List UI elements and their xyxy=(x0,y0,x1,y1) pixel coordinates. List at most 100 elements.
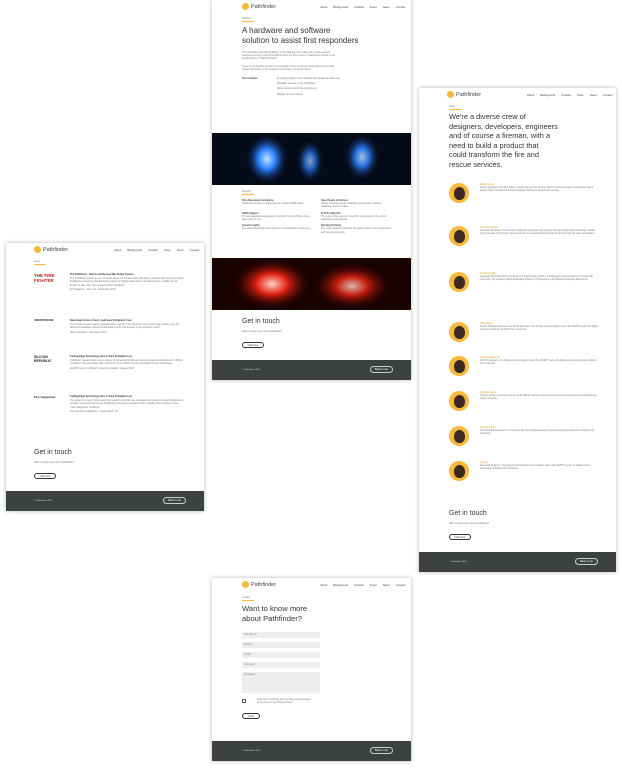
footer-copyright: © Pathfinder 2018 xyxy=(34,500,52,502)
full-name-field[interactable]: Full Name* xyxy=(242,632,320,638)
nav-team[interactable]: Team xyxy=(370,5,377,9)
nav-outside[interactable]: Outside xyxy=(148,248,158,252)
section-label: Contact xyxy=(242,596,251,599)
benefit-item: Save People in Distress Allows accurately… xyxy=(321,199,392,209)
logo-text: Pathfinder xyxy=(251,3,277,10)
nav-contact[interactable]: Contact xyxy=(603,93,613,97)
benefit-text: Get instant feedback of the makeup of a … xyxy=(242,227,311,231)
section-label: Solution xyxy=(242,17,251,20)
nav-outside[interactable]: Outside xyxy=(561,93,571,97)
footer: © Pathfinder 2018 Back to top xyxy=(212,741,411,761)
back-to-top-button[interactable]: Back to top xyxy=(163,497,186,504)
face-icon xyxy=(453,359,465,373)
member-bio: Associate Professor School of Electronic… xyxy=(480,275,594,282)
nav-news[interactable]: News xyxy=(177,248,184,252)
team-page: Pathfinder About Background Outside Team… xyxy=(419,88,616,572)
nav-team[interactable]: Team xyxy=(164,248,171,252)
nav-background[interactable]: Background xyxy=(127,248,142,252)
nav-news[interactable]: News xyxy=(383,5,390,9)
face-icon xyxy=(453,394,465,408)
team-member: Sally Walsh Senior Software Engineer and… xyxy=(449,322,599,352)
cta-button[interactable]: Click here xyxy=(242,342,264,349)
nav-about[interactable]: About xyxy=(527,93,534,97)
nav-about[interactable]: About xyxy=(320,583,327,587)
team-title-line: designers, developers, engineers xyxy=(449,121,558,131)
benefit-item: Working Perfectly The mesh network create… xyxy=(321,224,392,234)
member-bio: Product Design Lead and Lecturer at the … xyxy=(480,394,598,401)
contact-form: Full Name* Phone* Email* Company Message… xyxy=(242,632,320,722)
consent-checkbox[interactable] xyxy=(242,699,246,703)
includes-list: Providing location of the firefighter fo… xyxy=(277,77,340,96)
benefit-item: First-Responder Assistance Pathfinder spe… xyxy=(242,199,313,209)
news-title: The Pathfinder - Search and Rescue Way F… xyxy=(70,273,134,276)
label-underline xyxy=(242,194,254,195)
logo-text: Pathfinder xyxy=(456,91,482,98)
news-title: Cutting-Edge Technology aims to Save Fir… xyxy=(70,395,133,398)
news-item[interactable]: THE FIRE FIGHTER The Pathfinder - Search… xyxy=(34,273,184,317)
nav-news[interactable]: News xyxy=(383,583,390,587)
news-title: New Adapt Centre of tech could save fire… xyxy=(70,319,132,322)
team-member: Ian Kirk Research Engineer / Developer i… xyxy=(449,461,599,491)
face-icon xyxy=(453,429,465,443)
logo[interactable]: Pathfinder xyxy=(34,246,68,253)
message-field[interactable]: Message* xyxy=(242,672,320,693)
back-to-top-button[interactable]: Back to top xyxy=(370,366,393,373)
cta-heading: Get in touch xyxy=(449,510,487,517)
benefit-text: The guide forms a guide to lead first re… xyxy=(321,214,387,222)
nav-about[interactable]: About xyxy=(320,5,327,9)
news-text: The Smoke Fi team tragedy highlighted th… xyxy=(70,323,180,330)
team-member: Dr Brian Mullan Associate Professor Scho… xyxy=(449,272,599,302)
nav-contact[interactable]: Contact xyxy=(190,248,200,252)
cta-button[interactable]: Click here xyxy=(34,473,56,480)
team-member: Georgie Dalebroke (DCU) Designer in the … xyxy=(449,356,599,386)
back-to-top-button[interactable]: Back to top xyxy=(575,558,598,565)
logo-mark-icon xyxy=(447,91,454,98)
nav-background[interactable]: Background xyxy=(333,583,348,587)
news-meta: ADAPT Centre for Digital Content Technol… xyxy=(70,366,134,370)
phone-field[interactable]: Phone* xyxy=(242,642,320,648)
logo[interactable]: Pathfinder xyxy=(242,581,276,588)
avatar xyxy=(449,226,469,246)
benefit-item: Instant Insights Get instant feedback of … xyxy=(242,224,313,234)
team-member: Ashleigh Guest Product Design Lead and L… xyxy=(449,391,599,421)
benefit-text: Provide situational awareness to the Ent… xyxy=(242,214,310,222)
team-title: We're a diverse crew of designers, devel… xyxy=(449,112,599,169)
nav-contact[interactable]: Contact xyxy=(396,583,406,587)
section-label: Team xyxy=(449,105,455,108)
includes-item: Backup communications xyxy=(277,92,303,96)
logo[interactable]: Pathfinder xyxy=(242,3,276,10)
back-to-top-button[interactable]: Back to top xyxy=(370,747,393,754)
nav-background[interactable]: Background xyxy=(333,5,348,9)
send-button[interactable]: Send xyxy=(242,713,260,720)
news-item[interactable]: SIRENTRIBUNE New Adapt Centre of tech co… xyxy=(34,319,184,353)
top-nav: Pathfinder About Background Outside Team… xyxy=(6,243,204,257)
nav-outside[interactable]: Outside xyxy=(354,583,364,587)
solution-page: Pathfinder About Background Outside Team… xyxy=(212,0,411,380)
nav-about[interactable]: About xyxy=(114,248,121,252)
footer: © Pathfinder 2018 Back to top xyxy=(419,552,616,572)
email-field[interactable]: Email* xyxy=(242,652,320,658)
news-item[interactable]: SILICON REPUBLIC Cutting-Edge Technology… xyxy=(34,355,184,393)
benefits-grid: First-Responder Assistance Pathfinder spe… xyxy=(242,199,392,234)
logo[interactable]: Pathfinder xyxy=(447,91,481,98)
nav-news[interactable]: News xyxy=(590,93,597,97)
news-text: The system is a set of robust electronic… xyxy=(70,399,184,409)
red-lights-image xyxy=(212,258,411,310)
nav-team[interactable]: Team xyxy=(577,93,584,97)
company-field[interactable]: Company xyxy=(242,662,320,668)
consent-text: Click here to indicate that you have rea… xyxy=(257,698,312,705)
team-member: Martin Carmo Senior Assistant Chief Fire… xyxy=(449,183,599,213)
label-underline xyxy=(449,109,461,110)
avatar xyxy=(449,391,469,411)
cta-text: Want to know more about Pathfinder? xyxy=(34,461,75,464)
nav-contact[interactable]: Contact xyxy=(396,5,406,9)
cta-button[interactable]: Click here xyxy=(449,534,471,541)
news-title: Cutting-Edge Technology aims to Save Fir… xyxy=(70,355,133,358)
nav-outside[interactable]: Outside xyxy=(354,5,364,9)
nav-background[interactable]: Background xyxy=(540,93,555,97)
benefit-text: The mesh network created by the guide wo… xyxy=(321,227,391,234)
benefit-item: Find the Way Out The guide forms a guide … xyxy=(321,212,392,222)
nav-team[interactable]: Team xyxy=(370,583,377,587)
news-item[interactable]: Fire-Apparatus Cutting-Edge Technology a… xyxy=(34,395,184,429)
news-text: The Pathfinder system is a set of robust… xyxy=(70,277,184,287)
